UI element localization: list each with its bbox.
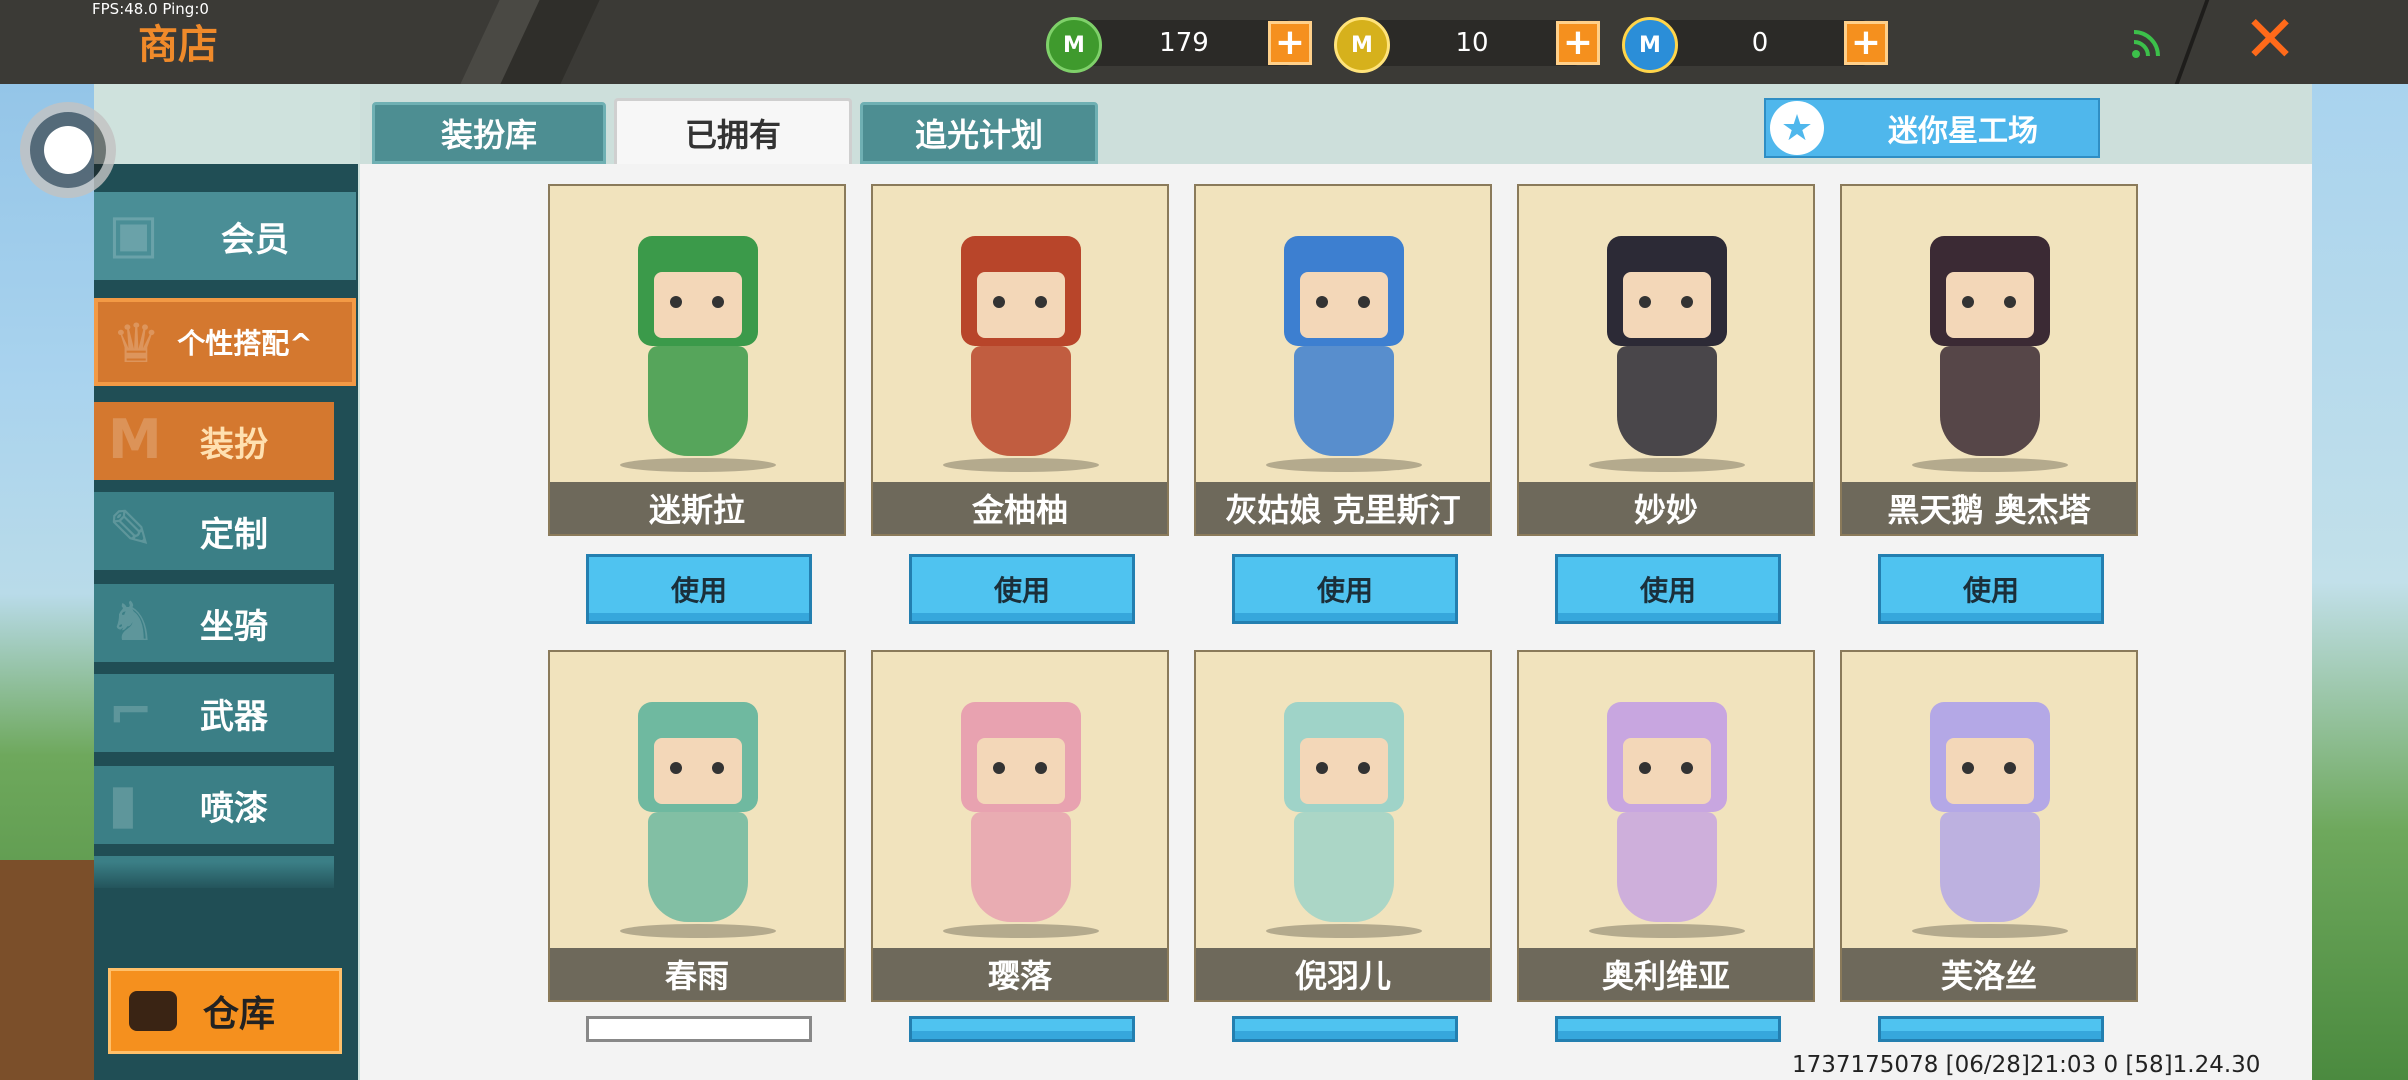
- gold-mini-coin-icon: M: [1334, 17, 1390, 73]
- tab-costume-library[interactable]: 装扮库: [372, 102, 606, 164]
- use-button[interactable]: 使用: [1232, 554, 1458, 624]
- sidebar-item-member[interactable]: ▣ 会员: [94, 192, 356, 280]
- use-button[interactable]: [1878, 1016, 2104, 1042]
- sidebar-fade: [94, 862, 358, 892]
- plus-icon: +: [1562, 22, 1594, 63]
- costume-character-image: [923, 692, 1119, 942]
- member-card-icon: ▣: [108, 202, 160, 265]
- costume-name: 倪羽儿: [1196, 948, 1490, 1000]
- costume-card[interactable]: 倪羽儿: [1194, 650, 1492, 1002]
- close-button[interactable]: ✕: [2238, 8, 2302, 74]
- plus-icon: +: [1850, 22, 1882, 63]
- costume-card[interactable]: 璎落: [871, 650, 1169, 1002]
- costume-character-image: [1246, 692, 1442, 942]
- use-button[interactable]: [586, 1016, 812, 1042]
- costume-card[interactable]: 春雨: [548, 650, 846, 1002]
- sidebar-sub-customize[interactable]: ✎ 定制: [94, 492, 334, 570]
- costume-character-image: [1892, 692, 2088, 942]
- costume-name: 金柚柚: [873, 482, 1167, 534]
- use-button[interactable]: [1555, 1016, 1781, 1042]
- sidebar-sub-costume[interactable]: M 装扮: [94, 402, 334, 480]
- costume-name: 迷斯拉: [550, 482, 844, 534]
- sidebar-sub-mount[interactable]: ♞ 坐骑: [94, 584, 334, 662]
- costume-character-image: [600, 692, 796, 942]
- gun-icon: ⌐: [108, 680, 154, 743]
- costume-card[interactable]: 黑天鹅 奥杰塔: [1840, 184, 2138, 536]
- costume-card[interactable]: 迷斯拉: [548, 184, 846, 536]
- network-signal-icon: [2132, 30, 2160, 58]
- costume-name: 妙妙: [1519, 482, 1813, 534]
- add-gold-coin-button[interactable]: +: [1556, 21, 1600, 65]
- warehouse-label: 仓库: [203, 994, 276, 1035]
- costume-card[interactable]: 奥利维亚: [1517, 650, 1815, 1002]
- costume-character-image: [600, 226, 796, 476]
- sidebar-sub-weapon[interactable]: ⌐ 武器: [94, 674, 334, 752]
- blue-coin-count: 0: [1751, 28, 1769, 58]
- costume-card[interactable]: 妙妙: [1517, 184, 1815, 536]
- tab-owned[interactable]: 已拥有: [614, 98, 852, 164]
- costume-name: 芙洛丝: [1842, 948, 2136, 1000]
- costume-card[interactable]: 芙洛丝: [1840, 650, 2138, 1002]
- green-coin-count: 179: [1159, 28, 1209, 58]
- use-button[interactable]: 使用: [1878, 554, 2104, 624]
- costume-card[interactable]: 金柚柚: [871, 184, 1169, 536]
- costume-character-image: [1569, 692, 1765, 942]
- use-button[interactable]: 使用: [1555, 554, 1781, 624]
- floating-menu-button[interactable]: [20, 102, 116, 198]
- build-info: 1737175078 [06/28]21:03 0 [58]1.24.30: [1792, 1052, 2261, 1078]
- costume-character-image: [1246, 226, 1442, 476]
- chest-icon: [129, 991, 177, 1031]
- costume-character-image: [923, 226, 1119, 476]
- shirt-icon: M: [108, 408, 162, 471]
- mini-star-workshop-button[interactable]: ★ 迷你星工场: [1764, 98, 2100, 158]
- blue-mini-coin-icon: M: [1622, 17, 1678, 73]
- use-button[interactable]: [1232, 1016, 1458, 1042]
- mount-icon: ♞: [108, 590, 157, 653]
- costume-name: 璎落: [873, 948, 1167, 1000]
- tab-chase-light-plan[interactable]: 追光计划: [860, 102, 1098, 164]
- background-right: [2312, 84, 2408, 1080]
- costume-character-image: [1569, 226, 1765, 476]
- costume-name: 奥利维亚: [1519, 948, 1813, 1000]
- background-block: [0, 860, 94, 1080]
- costume-character-image: [1892, 226, 2088, 476]
- costume-name: 灰姑娘 克里斯汀: [1196, 482, 1490, 534]
- add-green-coin-button[interactable]: +: [1268, 21, 1312, 65]
- plus-icon: +: [1274, 22, 1306, 63]
- use-button[interactable]: 使用: [909, 554, 1135, 624]
- costume-card[interactable]: 灰姑娘 克里斯汀: [1194, 184, 1492, 536]
- costume-name: 黑天鹅 奥杰塔: [1842, 482, 2136, 534]
- star-icon: ★: [1770, 101, 1824, 155]
- sidebar-sub-spray[interactable]: ▮ 喷漆: [94, 766, 334, 844]
- gold-coin-count: 10: [1455, 28, 1489, 58]
- use-button[interactable]: [909, 1016, 1135, 1042]
- workshop-label: 迷你星工场: [1888, 114, 2038, 149]
- use-button[interactable]: 使用: [586, 554, 812, 624]
- warehouse-button[interactable]: 仓库: [108, 968, 342, 1054]
- green-mini-coin-icon: M: [1046, 17, 1102, 73]
- trophy-icon: ♛: [112, 312, 161, 375]
- page-title: 商店: [138, 22, 218, 68]
- pencil-ruler-icon: ✎: [108, 498, 154, 561]
- add-blue-coin-button[interactable]: +: [1844, 21, 1888, 65]
- sidebar-item-personal-styling[interactable]: ♛ 个性搭配^: [94, 298, 356, 386]
- close-icon: ✕: [2243, 3, 2297, 77]
- spray-can-icon: ▮: [108, 772, 138, 835]
- costume-name: 春雨: [550, 948, 844, 1000]
